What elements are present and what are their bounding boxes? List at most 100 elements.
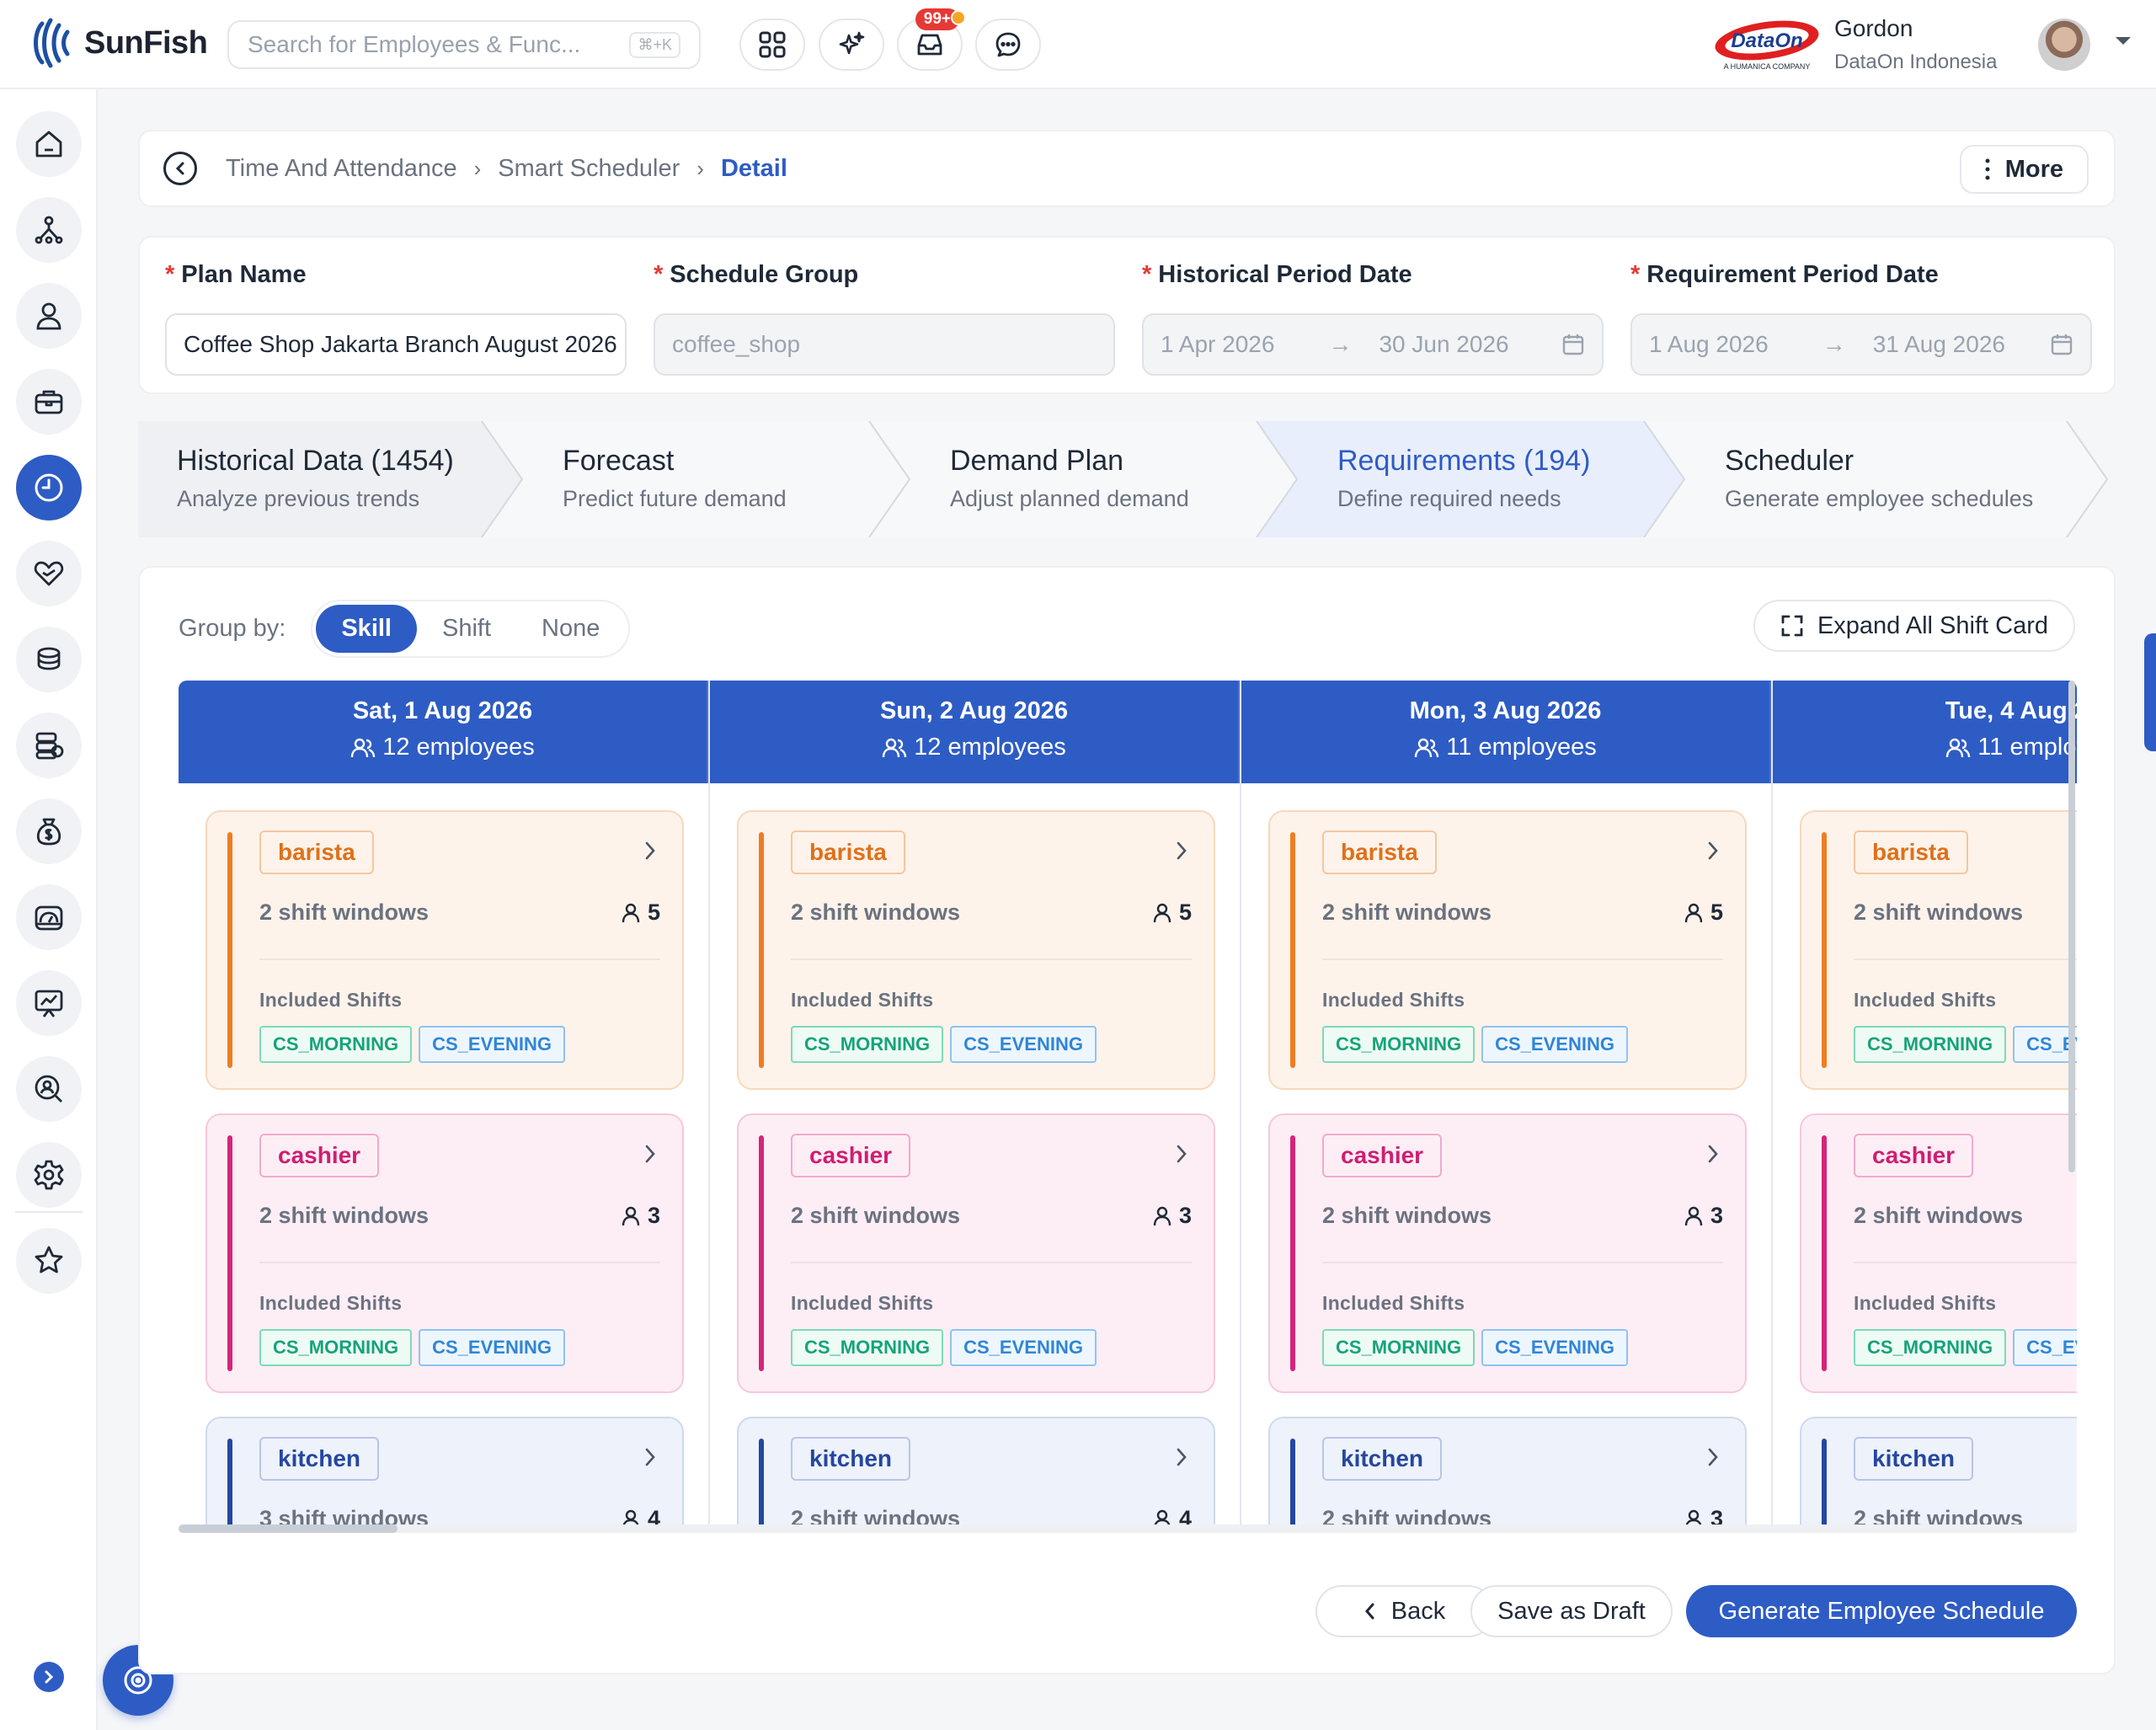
plan-name-input[interactable]: Coffee Shop Jakarta Branch August 2026 (165, 313, 627, 376)
rail-expand-button[interactable] (34, 1662, 64, 1692)
step-scheduler[interactable]: Scheduler Generate employee schedules (1686, 421, 2033, 537)
open-skill-button[interactable] (643, 1144, 657, 1164)
rail-time-attendance[interactable] (16, 455, 82, 521)
search-input[interactable] (248, 31, 630, 58)
inbox-button[interactable]: 99+ (897, 8, 966, 71)
group-by-skill[interactable]: Skill (316, 605, 417, 653)
shift-chips: CS_MORNINGCS_EVENING (1854, 1026, 2077, 1063)
shift-chips: CS_MORNINGCS_EVENING (1322, 1329, 1628, 1366)
expand-all-button[interactable]: Expand All Shift Card (1753, 600, 2075, 652)
skill-accent-bar (1290, 1439, 1295, 1531)
card-divider (791, 958, 1192, 960)
skill-card-barista[interactable]: barista 2 shift windows Included Shifts CS_… (1800, 810, 2077, 1090)
card-divider (259, 1262, 660, 1263)
rail-organization[interactable] (16, 197, 82, 263)
chevron-right-icon (1708, 841, 1718, 860)
open-skill-button[interactable] (643, 841, 657, 861)
chevron-right-icon (1708, 1448, 1718, 1466)
chat-button[interactable] (975, 19, 1041, 71)
skill-card-cashier[interactable]: cashier 2 shift windows 3 Included Shifts CS… (737, 1113, 1215, 1393)
back-button[interactable]: Back (1315, 1585, 1494, 1637)
rail-performance[interactable] (16, 884, 82, 950)
rail-divider (15, 1211, 83, 1213)
side-panel-tab[interactable] (2144, 633, 2156, 751)
alert-dot (951, 10, 966, 25)
open-skill-button[interactable] (1706, 1144, 1720, 1164)
scrollbar-thumb[interactable] (2068, 681, 2075, 1172)
apps-grid-button[interactable] (739, 19, 805, 71)
open-skill-button[interactable] (1175, 841, 1188, 861)
rail-employee[interactable] (16, 283, 82, 349)
open-skill-button[interactable] (1175, 1144, 1188, 1164)
breadcrumb-separator: › (473, 155, 482, 181)
rail-recruitment[interactable] (16, 369, 82, 435)
requirements-board: Group by: Skill Shift None Expand All Sh… (138, 566, 2116, 1674)
rail-learning[interactable] (16, 970, 82, 1036)
shift-chips: CS_MORNINGCS_EVENING (259, 1329, 565, 1366)
skill-tag: kitchen (791, 1437, 911, 1481)
step-subtitle: Adjust planned demand (950, 486, 1189, 511)
vertical-scrollbar[interactable] (2068, 681, 2077, 1523)
required-count: 3 (1152, 1203, 1192, 1229)
step-requirements[interactable]: Requirements (194) Define required needs (1299, 421, 1590, 537)
step-forecast[interactable]: Forecast Predict future demand (524, 421, 787, 537)
generate-schedule-button[interactable]: Generate Employee Schedule (1686, 1585, 2077, 1637)
day-employee-count: 11 employees (1773, 734, 2077, 761)
skill-accent-bar (1290, 1135, 1295, 1371)
skill-card-kitchen[interactable]: kitchen2 shift windows4Included Shifts (737, 1417, 1215, 1531)
search-user-icon (35, 1075, 62, 1103)
save-draft-button[interactable]: Save as Draft (1470, 1585, 1673, 1637)
schedule-group-value: coffee_shop (672, 331, 801, 357)
avatar[interactable] (2038, 19, 2090, 71)
skill-card-cashier[interactable]: cashier 2 shift windows Included Shifts CS_… (1800, 1113, 2077, 1393)
skill-card-barista[interactable]: barista 2 shift windows 5 Included Shifts CS… (1268, 810, 1747, 1090)
group-by-none[interactable]: None (516, 605, 625, 653)
day-grid[interactable]: Sat, 1 Aug 2026 12 employees barista 2 shif… (179, 681, 2077, 1531)
back-circle-button[interactable] (163, 152, 197, 185)
day-employee-count: 11 employees (1241, 734, 1769, 761)
global-search[interactable]: ⌘+K (227, 20, 701, 69)
more-button[interactable]: More (1959, 145, 2089, 194)
required-count: 3 (621, 1203, 660, 1229)
ai-sparkle-button[interactable] (819, 19, 884, 71)
rail-settings[interactable] (16, 1142, 82, 1208)
skill-card-cashier[interactable]: cashier 2 shift windows 3 Included Shifts CS… (205, 1113, 684, 1393)
open-skill-button[interactable] (1706, 1447, 1720, 1467)
sunfish-logo[interactable]: SunFish (30, 17, 208, 69)
rail-home[interactable] (16, 111, 82, 177)
group-by-shift[interactable]: Shift (417, 605, 516, 653)
rail-compensation[interactable] (16, 627, 82, 692)
skill-card-barista[interactable]: barista 2 shift windows 5 Included Shifts CS… (205, 810, 684, 1090)
step-demand-plan[interactable]: Demand Plan Adjust planned demand (911, 421, 1189, 537)
chevron-left-icon (175, 162, 184, 175)
skill-card-kitchen[interactable]: kitchen2 shift windowsIncluded Shifts (1800, 1417, 2077, 1531)
open-skill-button[interactable] (1175, 1447, 1188, 1467)
skill-card-kitchen[interactable]: kitchen3 shift windows4Included Shifts (205, 1417, 684, 1531)
schedule-group-field: * Schedule Group coffee_shop (654, 261, 1115, 376)
rail-talent[interactable] (16, 1056, 82, 1122)
open-skill-button[interactable] (643, 1447, 657, 1467)
step-title: Requirements (194) (1337, 445, 1591, 477)
skill-card-barista[interactable]: barista 2 shift windows 5 Included Shifts CS… (737, 810, 1215, 1090)
calendar-icon (2051, 334, 2073, 355)
employee-count-label: 11 employees (1977, 734, 2077, 761)
horizontal-scrollbar[interactable] (179, 1524, 2077, 1533)
rail-finance[interactable] (16, 798, 82, 864)
inbox-icon (917, 34, 942, 56)
shift-chip: CS_EVENING (419, 1329, 565, 1366)
step-historical-data[interactable]: Historical Data (1454) Analyze previous … (138, 421, 454, 537)
skill-card-cashier[interactable]: cashier 2 shift windows 3 Included Shifts CS… (1268, 1113, 1747, 1393)
breadcrumb-time-attendance[interactable]: Time And Attendance (226, 155, 457, 183)
rail-wellbeing[interactable] (16, 541, 82, 606)
scrollbar-thumb[interactable] (179, 1524, 398, 1533)
breadcrumb-smart-scheduler[interactable]: Smart Scheduler (498, 155, 680, 183)
chevron-right-icon (645, 1448, 655, 1466)
skill-card-kitchen[interactable]: kitchen2 shift windows3Included Shifts (1268, 1417, 1747, 1531)
home-icon (35, 131, 62, 158)
shift-chip: CS_MORNING (1854, 1026, 2007, 1063)
open-skill-button[interactable] (1706, 841, 1720, 861)
rail-favorites[interactable] (16, 1228, 82, 1294)
rail-payroll[interactable] (16, 713, 82, 778)
chevron-down-icon[interactable] (2114, 35, 2132, 47)
chevron-left-icon (1364, 1603, 1374, 1620)
